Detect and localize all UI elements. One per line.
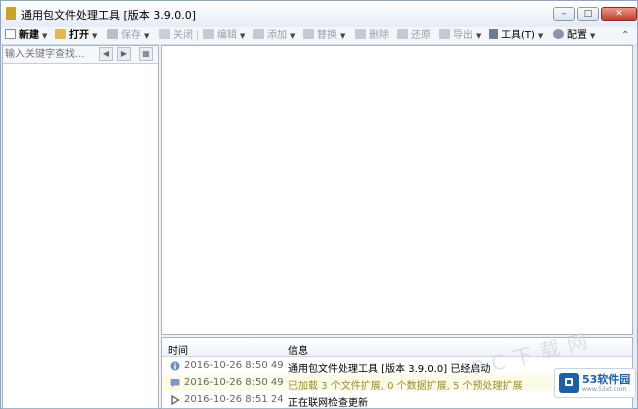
replace-button[interactable]: 替换 ▼ <box>303 28 345 43</box>
restore-button[interactable]: 还原 <box>397 28 431 43</box>
search-prev-button[interactable]: ◀ <box>99 47 113 61</box>
toolbar: 新建 ▼ 打开 ▼ 保存 ▼ 关闭 编辑 ▼ 添加 ▼ 替换 ▼ 删除 还原 导出 ▼ <box>1 27 637 45</box>
chevron-down-icon: ▼ <box>144 32 150 40</box>
info-icon <box>170 361 180 371</box>
new-file-icon <box>5 29 16 39</box>
message-icon <box>170 379 180 388</box>
minimize-button[interactable]: – <box>553 7 575 21</box>
export-button[interactable]: 导出 ▼ <box>439 28 481 43</box>
chevron-down-icon: ▼ <box>590 32 596 40</box>
watermark-logo: 53软件园 www.53xt.com <box>554 368 636 398</box>
toolbar-divider <box>197 30 198 41</box>
config-menu[interactable]: 配置 ▼ <box>553 28 595 43</box>
tools-menu[interactable]: 工具(T) ▼ <box>489 28 543 43</box>
chevron-down-icon: ▼ <box>476 32 482 40</box>
search-options-button[interactable]: ▦ <box>139 47 153 61</box>
folder-icon <box>55 29 66 39</box>
save-icon <box>107 29 118 39</box>
column-header-time[interactable]: 时间 <box>168 342 188 357</box>
chevron-down-icon: ▼ <box>340 32 346 40</box>
gear-icon <box>553 29 564 39</box>
toolbar-overflow-button[interactable]: ⌃ <box>621 28 629 43</box>
search-bar: ◀ ▶ ▦ <box>3 46 158 64</box>
chevron-down-icon: ▼ <box>42 32 48 40</box>
edit-button[interactable]: 编辑 ▼ <box>203 28 245 43</box>
window-scrollbar[interactable] <box>633 45 637 407</box>
chevron-down-icon: ▼ <box>92 32 98 40</box>
window-title: 通用包文件处理工具 [版本 3.9.0.0] <box>21 9 197 22</box>
column-header-info[interactable]: 信息 <box>288 342 308 357</box>
title-bar[interactable]: 通用包文件处理工具 [版本 3.9.0.0] – □ ✕ <box>1 1 637 28</box>
new-button[interactable]: 新建 ▼ <box>5 28 47 43</box>
pencil-icon <box>203 29 214 39</box>
chevron-down-icon: ▼ <box>290 32 296 40</box>
delete-button[interactable]: 删除 <box>355 28 389 43</box>
file-tree-panel[interactable]: ◀ ▶ ▦ <box>2 45 159 409</box>
app-icon <box>6 7 16 20</box>
plus-icon <box>253 29 264 39</box>
logo-box-icon <box>559 373 579 393</box>
close-window-button[interactable]: ✕ <box>601 7 637 21</box>
maximize-button[interactable]: □ <box>577 7 599 21</box>
close-file-icon <box>159 29 170 39</box>
close-file-button[interactable]: 关闭 <box>159 28 193 43</box>
restore-icon <box>397 29 408 39</box>
search-next-button[interactable]: ▶ <box>117 47 131 61</box>
delete-icon <box>355 29 366 39</box>
open-button[interactable]: 打开 ▼ <box>55 28 97 43</box>
add-button[interactable]: 添加 ▼ <box>253 28 295 43</box>
play-icon <box>171 395 180 405</box>
chevron-down-icon: ▼ <box>537 32 544 40</box>
replace-icon <box>303 29 314 39</box>
chevron-up-icon: ⌃ <box>621 30 630 41</box>
wrench-icon <box>489 29 498 39</box>
export-icon <box>439 29 450 39</box>
save-button[interactable]: 保存 ▼ <box>107 28 149 43</box>
search-input[interactable] <box>5 47 93 61</box>
content-view[interactable] <box>161 45 633 335</box>
chevron-down-icon: ▼ <box>240 32 246 40</box>
